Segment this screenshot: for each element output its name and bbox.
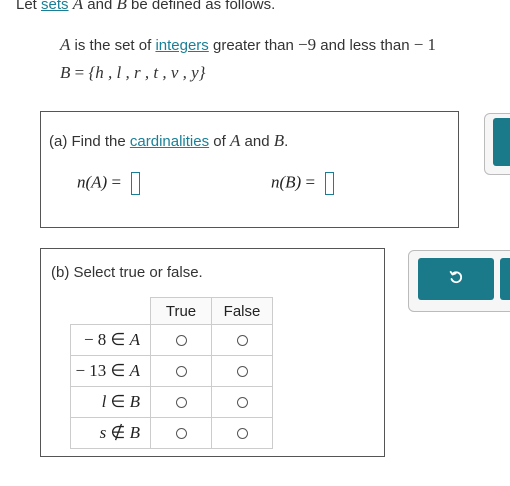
statement-cell: s ∉ B xyxy=(70,417,151,449)
part-b-prompt: (b) Select true or false. xyxy=(51,264,203,281)
false-radio[interactable] xyxy=(236,428,248,440)
false-radio[interactable] xyxy=(236,366,248,378)
false-option-cell xyxy=(211,386,273,418)
set-a-low: −9 xyxy=(298,35,317,54)
statement-num: − 8 xyxy=(83,330,107,349)
statement-set: B xyxy=(129,392,140,411)
intro-prefix: Let xyxy=(16,0,42,13)
header-blank-cell xyxy=(70,297,151,325)
header-false: False xyxy=(211,297,273,325)
set-a-text1: is the set of xyxy=(70,37,156,54)
set-b-elements: {h , l , r , t , v , y} xyxy=(88,63,206,82)
intro-mid: and xyxy=(83,0,117,13)
header-true: True xyxy=(150,297,212,325)
statement-rel: ∈ xyxy=(106,361,130,380)
cardinality-a-input[interactable] xyxy=(131,172,141,195)
cardinality-a-expression: n(A) = xyxy=(77,172,141,195)
nb-arg: (B) xyxy=(279,172,302,192)
table-row: s ∉ B xyxy=(70,417,273,449)
statement-set: A xyxy=(129,361,140,380)
set-b-var: B xyxy=(60,63,71,82)
cardinality-b-expression: n(B) = xyxy=(271,172,335,195)
statement-set: B xyxy=(129,423,140,442)
true-option-cell xyxy=(150,417,212,449)
false-radio[interactable] xyxy=(236,397,248,409)
false-option-cell xyxy=(211,324,273,356)
cardinalities-link[interactable]: cardinalities xyxy=(130,133,209,150)
true-radio[interactable] xyxy=(175,428,187,440)
part-a-label: (a) xyxy=(49,133,68,150)
part-a-text2: of xyxy=(209,133,230,150)
table-row: − 8 ∈ A xyxy=(70,324,273,356)
cardinality-b-input[interactable] xyxy=(325,172,335,195)
intro-var-a: A xyxy=(72,0,84,13)
undo-icon xyxy=(448,269,464,289)
intro-suffix: be defined as follows. xyxy=(126,0,276,13)
part-a-period: . xyxy=(284,133,289,150)
part-a-var-a: A xyxy=(229,131,241,150)
set-a-definition: A is the set of integers greater than −9… xyxy=(60,35,436,55)
na-fn: n xyxy=(77,172,86,192)
statement-rel: ∈ xyxy=(106,330,130,349)
part-a-prompt: (a) Find the cardinalities of A and B. xyxy=(49,131,288,151)
part-a-panel: (a) Find the cardinalities of A and B. n… xyxy=(40,111,459,228)
set-b-eq: = xyxy=(70,63,89,82)
true-option-cell xyxy=(150,386,212,418)
set-a-text2: greater than xyxy=(208,37,299,54)
false-option-cell xyxy=(211,417,273,449)
statement-cell: − 13 ∈ A xyxy=(70,355,151,387)
na-arg: (A) xyxy=(85,172,108,192)
statement-set: A xyxy=(129,330,140,349)
true-radio[interactable] xyxy=(175,366,187,378)
statement-cell: − 8 ∈ A xyxy=(70,324,151,356)
nb-fn: n xyxy=(271,172,280,192)
undo-button[interactable] xyxy=(418,258,494,300)
sets-link[interactable]: sets xyxy=(41,0,69,13)
part-a-text1: Find the xyxy=(67,133,130,150)
statement-num: − 13 xyxy=(75,361,107,380)
part-a-action-button[interactable] xyxy=(493,118,510,166)
intro-text: Let sets A and B be defined as follows. xyxy=(16,0,275,14)
set-a-high: − 1 xyxy=(413,35,437,54)
integers-link[interactable]: integers xyxy=(155,37,208,54)
false-option-cell xyxy=(211,355,273,387)
table-header-row: True False xyxy=(70,297,273,325)
set-a-text3: and less than xyxy=(316,37,414,54)
true-option-cell xyxy=(150,355,212,387)
true-radio[interactable] xyxy=(175,335,187,347)
intro-var-b: B xyxy=(116,0,127,13)
statement-cell: l ∈ B xyxy=(70,386,151,418)
statement-rel: ∈ xyxy=(106,392,130,411)
set-a-var: A xyxy=(60,35,71,54)
part-a-and: and xyxy=(240,133,274,150)
true-radio[interactable] xyxy=(175,397,187,409)
part-a-var-b: B xyxy=(273,131,285,150)
table-row: − 13 ∈ A xyxy=(70,355,273,387)
false-radio[interactable] xyxy=(236,335,248,347)
true-false-table: True False − 8 ∈ A − 13 ∈ A l ∈ B s ∉ B xyxy=(70,297,273,449)
na-eq: = xyxy=(107,172,126,192)
true-option-cell xyxy=(150,324,212,356)
table-row: l ∈ B xyxy=(70,386,273,418)
part-b-extra-button[interactable] xyxy=(500,258,510,300)
statement-rel: ∉ xyxy=(106,423,130,442)
nb-eq: = xyxy=(301,172,320,192)
set-b-definition: B = {h , l , r , t , v , y} xyxy=(60,63,205,83)
